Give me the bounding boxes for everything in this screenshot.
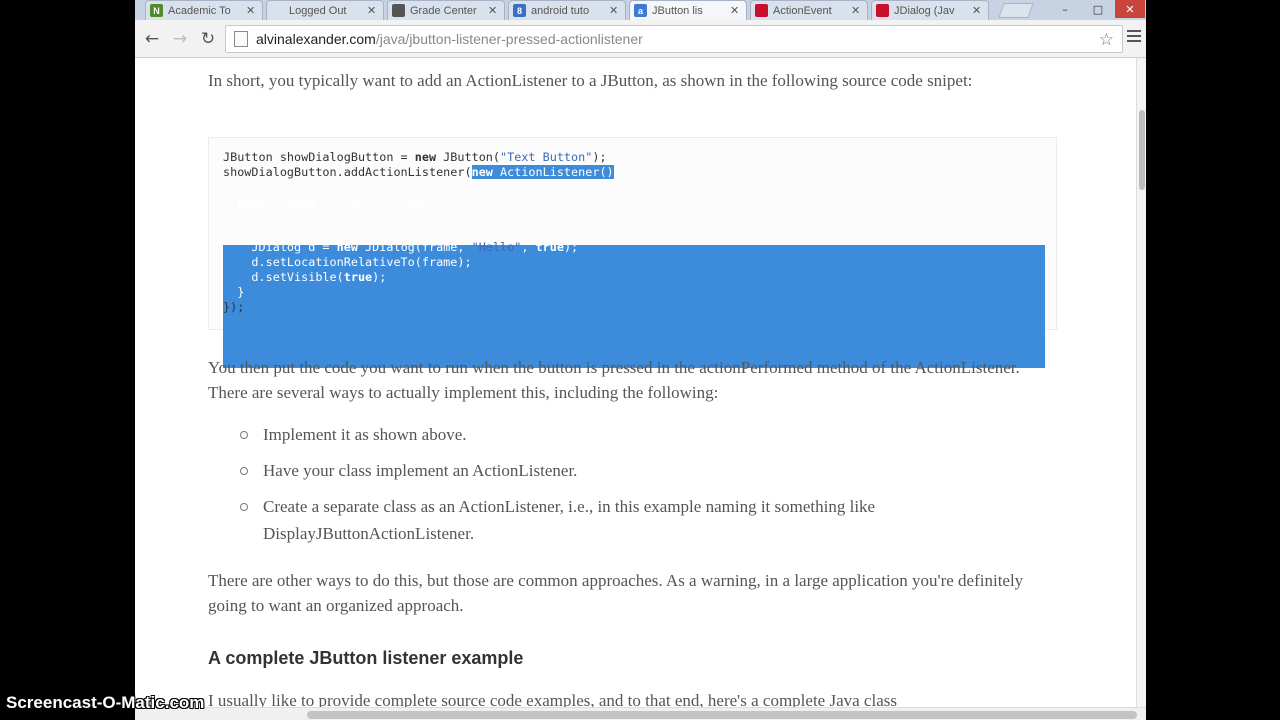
- tab-title: Logged Out: [289, 4, 347, 17]
- vertical-scrollbar[interactable]: [1136, 58, 1146, 707]
- url-path: /java/jbutton-listener-pressed-actionlis…: [375, 31, 643, 47]
- tab-close-icon[interactable]: ✕: [851, 4, 861, 17]
- bookmark-star-icon[interactable]: ☆: [1099, 30, 1114, 50]
- address-bar[interactable]: alvinalexander.com/java/jbutton-listener…: [225, 25, 1123, 53]
- reload-icon[interactable]: ↻: [195, 26, 221, 52]
- horizontal-scrollbar[interactable]: [135, 707, 1146, 720]
- watermark: Screencast-O-Matic.com: [6, 693, 205, 712]
- complete-example-paragraph: I usually like to provide complete sourc…: [208, 691, 897, 707]
- maximize-button[interactable]: □: [1081, 0, 1115, 18]
- code-block: JButton showDialogButton = new JButton("…: [208, 137, 1057, 368]
- intro-paragraph: In short, you typically want to add an A…: [208, 71, 973, 90]
- tab-favicon-icon: N: [150, 4, 163, 17]
- code-line: JDialog d = new JDialog(frame, "Hello", …: [223, 240, 579, 254]
- code-line: {: [223, 210, 245, 224]
- tab-title: Grade Center: [410, 4, 477, 17]
- page-content: In short, you typically want to add an A…: [135, 58, 1146, 707]
- tab-title: android tuto: [531, 4, 590, 17]
- code-line: {: [223, 180, 231, 194]
- code-line: showDialogButton.addActionListener(new A…: [223, 165, 614, 179]
- tab-close-icon[interactable]: ✕: [609, 4, 619, 17]
- tab-2[interactable]: Logged Out ✕: [266, 0, 384, 20]
- tab-3[interactable]: Grade Center ✕: [387, 0, 505, 20]
- options-intro-paragraph: You then put the code you want to run wh…: [208, 358, 1020, 402]
- tab-7[interactable]: JDialog (Jav ✕: [871, 0, 989, 20]
- browser-window: N Academic To ✕ Logged Out ✕ Grade Center ✕ 8 an…: [135, 0, 1146, 720]
- tab-title: Academic To: [168, 4, 231, 17]
- code-line: });: [223, 300, 245, 314]
- tab-title: JButton lis: [652, 4, 703, 17]
- close-window-button[interactable]: ✕: [1115, 0, 1145, 18]
- url-host: alvinalexander.com: [256, 31, 376, 47]
- code-line: // display/center the jdialog when the b…: [223, 225, 650, 239]
- minimize-button[interactable]: –: [1049, 0, 1081, 18]
- tab-favicon-icon: [876, 4, 889, 17]
- tab-title: JDialog (Jav: [894, 4, 955, 17]
- warning-paragraph: There are other ways to do this, but tho…: [208, 571, 1024, 615]
- tab-close-icon[interactable]: ✕: [488, 4, 498, 17]
- tab-title: ActionEvent: [773, 4, 832, 17]
- tab-5[interactable]: a JButton lis ✕: [629, 0, 747, 20]
- tab-favicon-icon: [392, 4, 405, 17]
- code-text[interactable]: JButton showDialogButton = new JButton("…: [223, 150, 649, 315]
- tab-close-icon[interactable]: ✕: [730, 4, 740, 17]
- tab-close-icon[interactable]: ✕: [367, 4, 377, 17]
- list-item: Implement it as shown above.: [208, 421, 1008, 448]
- code-line: }: [223, 285, 245, 299]
- section-heading: A complete JButton listener example: [208, 648, 524, 668]
- implementation-options-list: Implement it as shown above. Have your cl…: [208, 421, 1008, 556]
- list-item: Have your class implement an ActionListe…: [208, 457, 1008, 484]
- tab-favicon-icon: [271, 4, 284, 17]
- tab-4[interactable]: 8 android tuto ✕: [508, 0, 626, 20]
- code-line: d.setLocationRelativeTo(frame);: [223, 255, 472, 269]
- tab-favicon-icon: [755, 4, 768, 17]
- desktop-right-margin: [1146, 0, 1280, 720]
- tab-favicon-icon: 8: [513, 4, 526, 17]
- tab-close-icon[interactable]: ✕: [972, 4, 982, 17]
- menu-icon[interactable]: [1127, 30, 1141, 45]
- back-arrow-icon[interactable]: ←: [139, 26, 165, 52]
- new-tab-button[interactable]: [998, 3, 1034, 18]
- list-item: Create a separate class as an ActionList…: [208, 493, 1008, 547]
- horizontal-scroll-thumb[interactable]: [307, 711, 1137, 719]
- vertical-scroll-thumb[interactable]: [1139, 110, 1145, 190]
- desktop-left-margin: [0, 0, 135, 720]
- code-line: JButton showDialogButton = new JButton("…: [223, 150, 607, 164]
- tab-close-icon[interactable]: ✕: [246, 4, 256, 17]
- tab-1[interactable]: N Academic To ✕: [145, 0, 263, 20]
- browser-toolbar: ← → ↻ alvinalexander.com/java/jbutton-li…: [135, 20, 1146, 58]
- tab-strip: N Academic To ✕ Logged Out ✕ Grade Center ✕ 8 an…: [135, 0, 1146, 20]
- page-icon: [234, 31, 248, 47]
- code-line: public void actionPerformed(ActionEvent …: [237, 195, 536, 209]
- tab-6[interactable]: ActionEvent ✕: [750, 0, 868, 20]
- code-line: d.setVisible(true);: [223, 270, 387, 284]
- forward-arrow-icon[interactable]: →: [167, 26, 193, 52]
- tab-favicon-icon: a: [634, 4, 647, 17]
